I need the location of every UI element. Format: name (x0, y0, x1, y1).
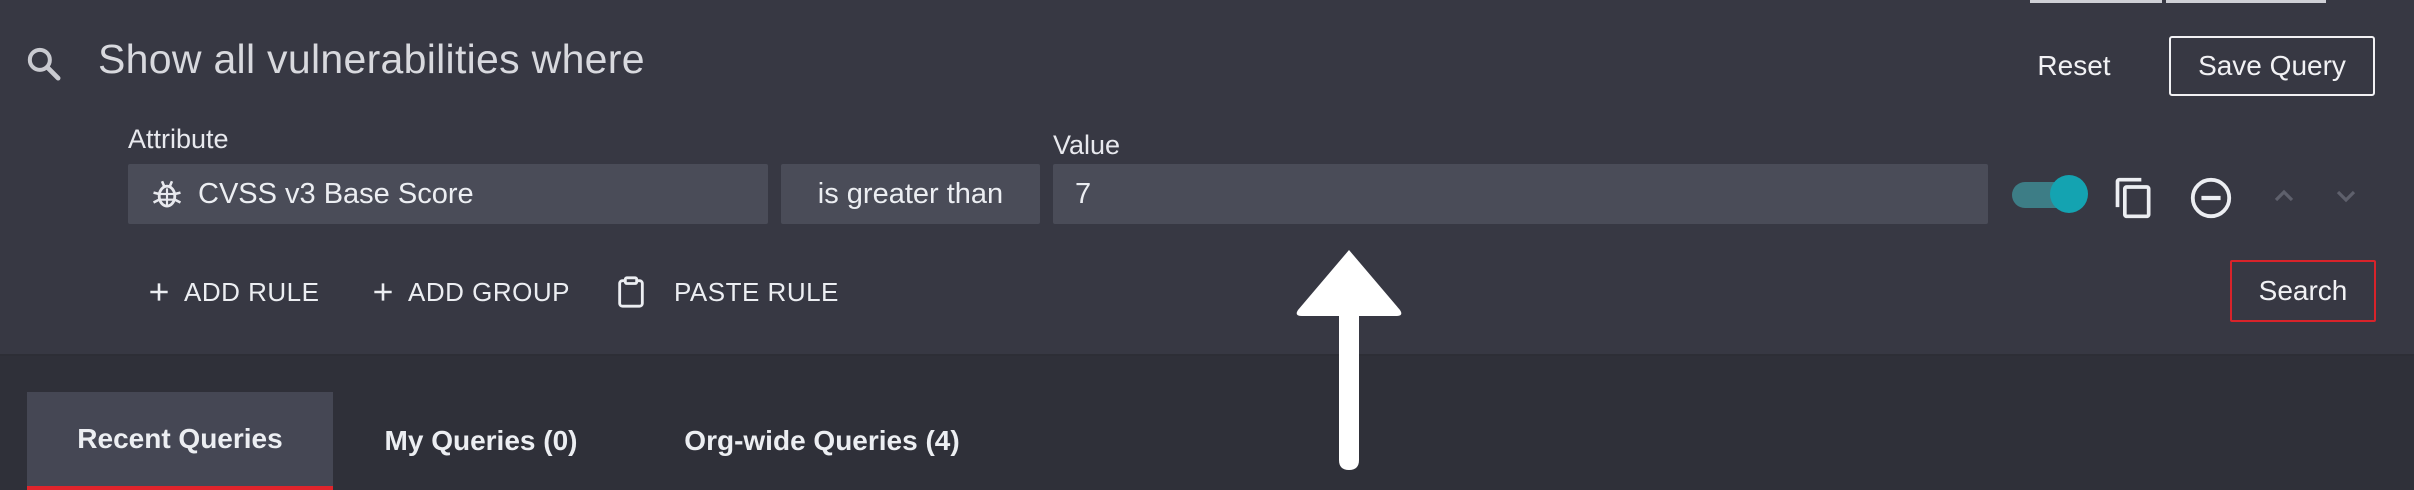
value-text: 7 (1075, 177, 1092, 210)
tab-label: My Queries (0) (384, 425, 578, 456)
remove-rule-icon[interactable] (2188, 175, 2234, 221)
search-button[interactable]: Search (2230, 260, 2376, 322)
add-group-button[interactable]: ADD GROUP (370, 270, 570, 314)
attribute-value: CVSS v3 Base Score (198, 177, 474, 210)
value-input[interactable]: 7 (1053, 164, 1988, 224)
tab-label: Org-wide Queries (4) (684, 425, 960, 456)
tab-my-queries[interactable]: My Queries (0) (356, 392, 606, 490)
search-icon (27, 47, 61, 81)
toggle-knob (2050, 175, 2088, 213)
copy-icon[interactable] (2112, 174, 2156, 222)
tab-recent-queries[interactable]: Recent Queries (27, 392, 333, 490)
top-edge-tick (2030, 0, 2162, 3)
plus-icon (374, 283, 392, 301)
operator-value: is greater than (817, 177, 1004, 210)
tab-org-wide-queries[interactable]: Org-wide Queries (4) (650, 392, 994, 490)
paste-rule-label: PASTE RULE (674, 276, 839, 307)
add-group-label: ADD GROUP (408, 276, 570, 307)
attribute-label: Attribute (128, 124, 229, 154)
query-title: Show all vulnerabilities where (98, 36, 645, 82)
top-edge-tick (2166, 0, 2326, 3)
reset-button[interactable]: Reset (2018, 38, 2130, 94)
save-query-button[interactable]: Save Query (2169, 36, 2375, 96)
move-up-icon[interactable] (2268, 180, 2300, 212)
clipboard-icon (618, 276, 644, 308)
operator-select[interactable]: is greater than (781, 164, 1040, 224)
arrow-up-annotation (1296, 250, 1402, 470)
value-label: Value (1053, 130, 1121, 160)
bug-icon (152, 180, 182, 208)
attribute-select[interactable]: CVSS v3 Base Score (128, 164, 768, 224)
add-rule-label: ADD RULE (184, 276, 320, 307)
add-rule-button[interactable]: ADD RULE (146, 270, 319, 314)
move-down-icon[interactable] (2330, 180, 2362, 212)
rule-enabled-toggle[interactable] (2012, 175, 2088, 213)
tab-label: Recent Queries (77, 423, 283, 454)
paste-rule-button[interactable]: PASTE RULE (614, 270, 839, 314)
plus-icon (150, 283, 168, 301)
query-builder-panel: Show all vulnerabilities where Reset Sav… (0, 0, 2414, 356)
